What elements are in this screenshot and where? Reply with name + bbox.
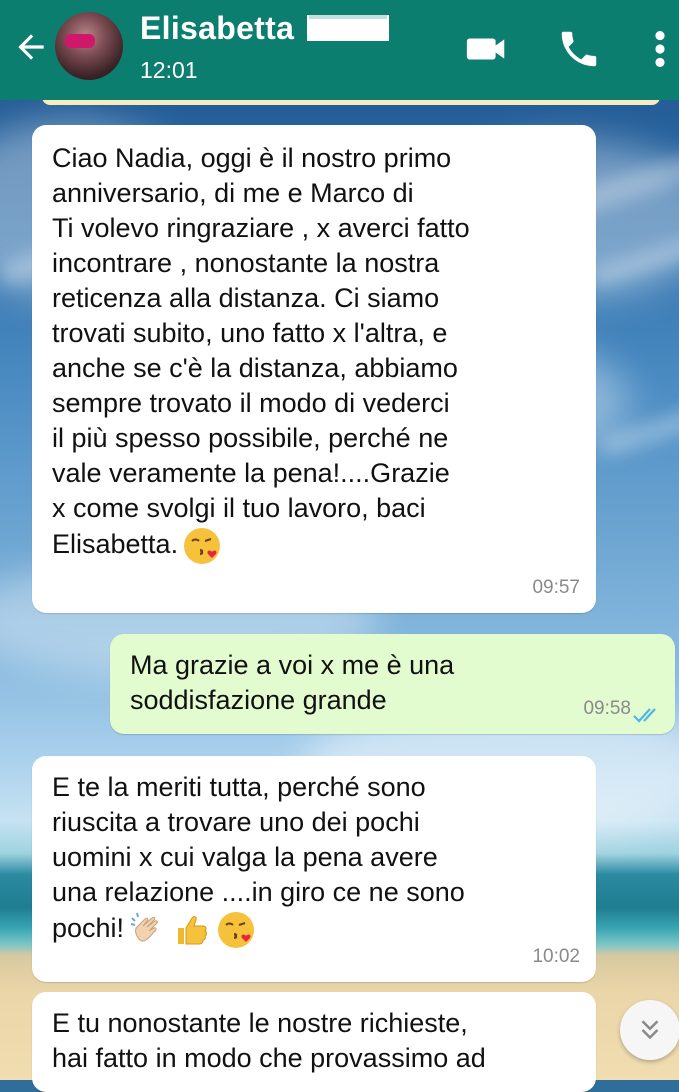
contact-avatar[interactable] [55,12,123,80]
message-time: 09:57 [532,577,580,598]
message-incoming[interactable]: E tu nonostante le nostre richieste, hai… [32,992,596,1092]
arrow-left-icon[interactable] [12,28,50,66]
video-call-icon[interactable] [464,26,510,72]
last-seen: 12:01 [140,57,198,83]
more-vertical-icon[interactable] [646,26,674,72]
message-text: E tu nonostante le nostre richieste, hai… [52,1008,486,1073]
clapping-hands-emoji [130,912,158,942]
surname-redaction [307,15,389,41]
message-time: 09:58 [583,698,631,719]
contact-name[interactable]: Elisabetta [140,10,294,47]
chat-header: Elisabetta 12:01 [0,0,679,100]
thumbs-up-emoji [178,916,208,945]
scroll-to-bottom-button[interactable] [620,1000,679,1060]
kiss-face-emoji [184,528,221,564]
message-time: 10:02 [532,946,580,967]
message-text: Ma grazie a voi x me è una soddisfazione… [130,650,455,715]
message-incoming[interactable]: Ciao Nadia, oggi è il nostro primo anniv… [32,125,596,613]
avatar-redaction [65,34,95,48]
message-outgoing[interactable]: Ma grazie a voi x me è una soddisfazione… [110,634,675,734]
voice-call-icon[interactable] [556,26,602,72]
message-text: Ciao Nadia, oggi è il nostro primo anniv… [52,143,470,560]
chevron-double-down-icon [641,1020,659,1040]
read-double-check-icon [633,708,656,723]
message-incoming[interactable]: E te la meriti tutta, perché sono riusci… [32,756,596,982]
kiss-face-emoji [218,912,255,948]
message-text: E te la meriti tutta, perché sono riusci… [52,772,465,944]
